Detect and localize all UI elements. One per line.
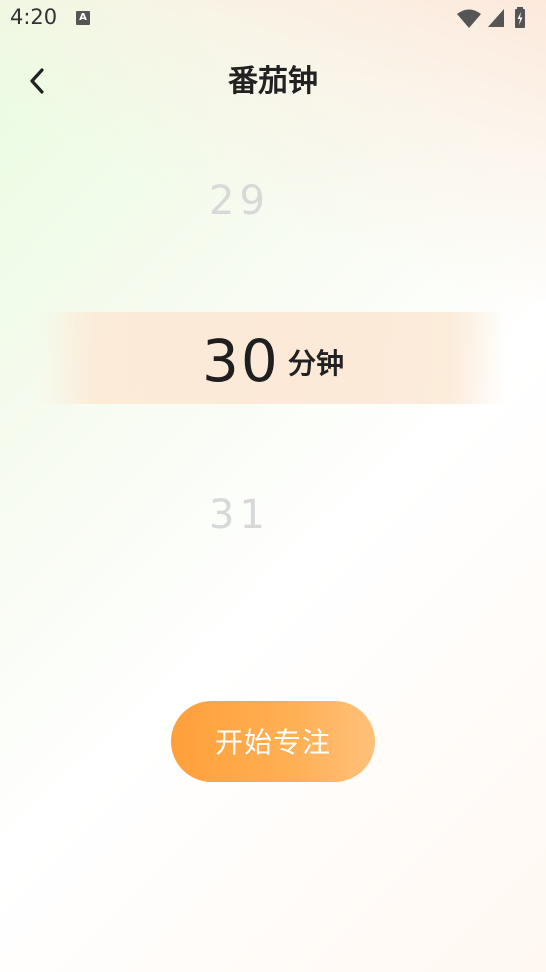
- minute-picker[interactable]: 29 30 分钟 31: [0, 150, 546, 570]
- cell-signal-icon: [488, 9, 504, 27]
- wifi-icon: [457, 9, 481, 28]
- a-notification-icon: A: [76, 11, 90, 25]
- status-time: 4:20: [10, 5, 58, 29]
- status-icons: [456, 7, 536, 29]
- start-focus-button[interactable]: 开始专注: [171, 701, 375, 782]
- page-title: 番茄钟: [228, 64, 318, 99]
- picker-next-value[interactable]: 31: [0, 492, 479, 538]
- status-bar: 4:20 A: [0, 0, 546, 38]
- picker-selected-value: 30: [202, 327, 280, 395]
- picker-previous-value[interactable]: 29: [0, 178, 479, 224]
- picker-unit-label: 分钟: [288, 347, 345, 380]
- battery-charging-icon: [515, 7, 525, 28]
